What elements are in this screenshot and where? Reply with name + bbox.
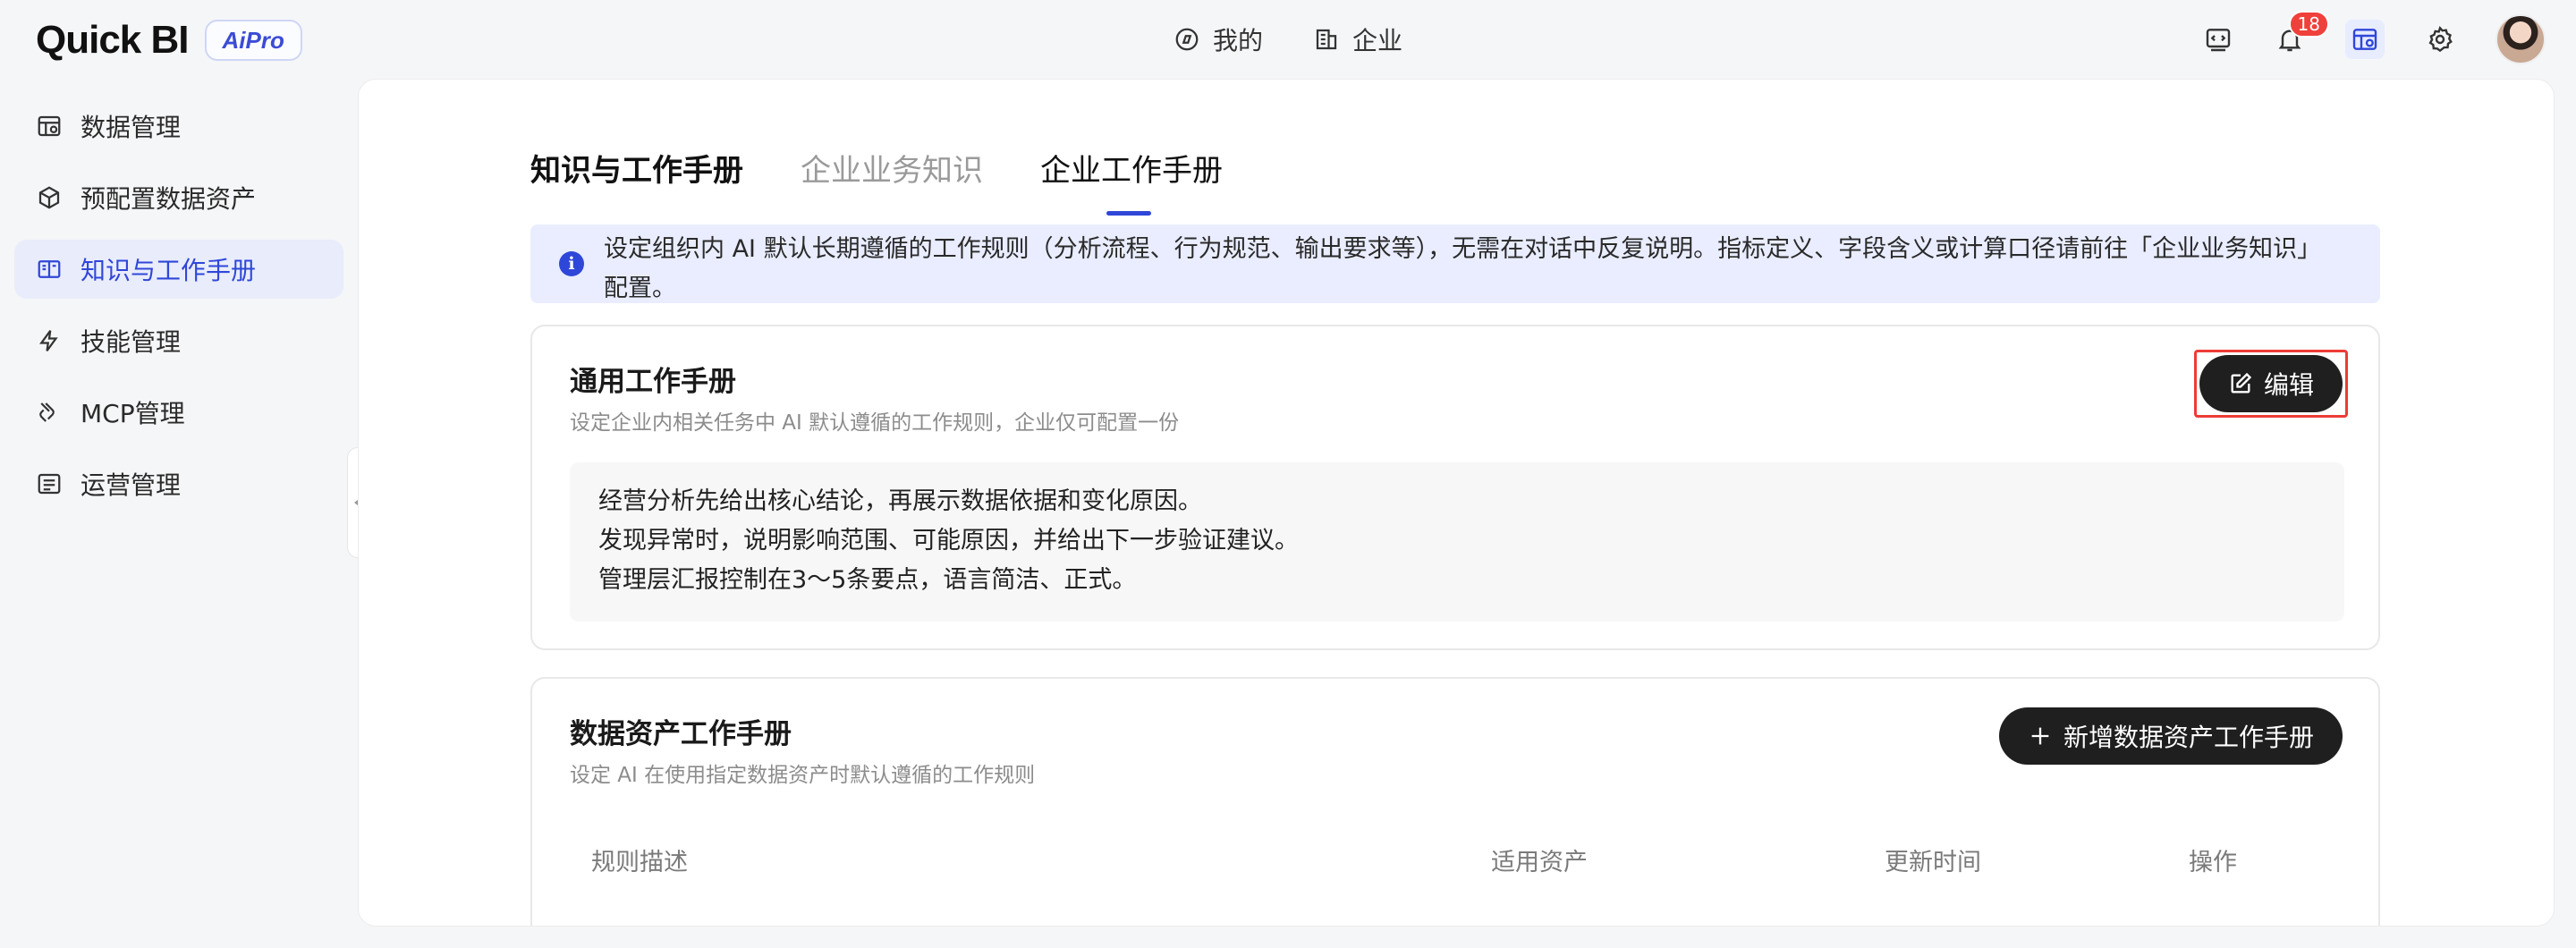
- lightning-icon: [39, 330, 58, 351]
- sidebar-item-label: 预配置数据资产: [80, 184, 257, 214]
- app-page: Quick BI AiPro 我的 企业 18 数据管理 预配置数据资产 知识与…: [0, 0, 2576, 948]
- logo[interactable]: Quick BI AiPro: [36, 18, 302, 63]
- tab-business-knowledge[interactable]: 企业业务知识: [801, 146, 983, 203]
- column-header: 适用资产: [1491, 848, 1588, 876]
- sidebar-item-data-management[interactable]: 数据管理: [14, 97, 343, 156]
- settings-button[interactable]: [2424, 23, 2456, 55]
- sidebar-item-label: 数据管理: [80, 113, 182, 142]
- data-table-icon: [2352, 29, 2377, 50]
- building-icon: [1316, 29, 1337, 50]
- cube-icon: [38, 186, 60, 209]
- top-header: Quick BI AiPro 我的 企业 18: [0, 0, 2576, 79]
- notification-button[interactable]: 18: [2274, 11, 2329, 55]
- rule-line: 发现异常时，说明影响范围、可能原因，并给出下一步验证建议。: [598, 527, 1299, 554]
- info-icon: i: [559, 251, 584, 276]
- section-title: 通用工作手册: [570, 366, 736, 398]
- column-header: 操作: [2189, 848, 2237, 876]
- sidebar-item-skills[interactable]: 技能管理: [14, 311, 343, 370]
- section-description: 设定企业内相关任务中 AI 默认遵循的工作规则，企业仅可配置一份: [570, 411, 1180, 435]
- sidebar-item-label: 运营管理: [80, 470, 182, 500]
- tab-bar: 知识与工作手册 企业业务知识 企业工作手册: [530, 146, 1223, 216]
- edit-button[interactable]: 编辑: [2199, 355, 2343, 412]
- data-asset-handbook-card: 数据资产工作手册 设定 AI 在使用指定数据资产时默认遵循的工作规则 新增数据资…: [530, 677, 2380, 926]
- info-notice: i 设定组织内 AI 默认长期遵循的工作规则（分析流程、行为规范、输出要求等），…: [530, 224, 2380, 303]
- mcp-icon: [39, 402, 55, 422]
- section-description: 设定 AI 在使用指定数据资产时默认遵循的工作规则: [570, 764, 1036, 787]
- section-title: 数据资产工作手册: [570, 718, 792, 750]
- top-nav-label: 企业: [1352, 26, 1403, 55]
- book-icon: [38, 260, 61, 278]
- sidebar-item-mcp[interactable]: MCP管理: [14, 383, 343, 442]
- header-actions: 18: [2202, 11, 2546, 64]
- add-data-asset-handbook-button[interactable]: 新增数据资产工作手册: [1998, 707, 2343, 765]
- sidebar-item-preconfigured-assets[interactable]: 预配置数据资产: [14, 168, 343, 227]
- top-nav-mine[interactable]: 我的: [1174, 20, 1263, 59]
- notification-badge: 18: [2288, 11, 2329, 38]
- dashboard-button[interactable]: [2345, 20, 2385, 59]
- tab-knowledge-handbook[interactable]: 知识与工作手册: [530, 146, 743, 203]
- rules-content: 经营分析先给出核心结论，再展示数据依据和变化原因。 发现异常时，说明影响范围、可…: [570, 462, 2344, 622]
- sidebar-item-label: 知识与工作手册: [80, 256, 257, 285]
- plus-icon: [2031, 727, 2049, 745]
- top-nav-label: 我的: [1213, 26, 1264, 55]
- avatar[interactable]: [2496, 14, 2546, 64]
- logo-badge: AiPro: [204, 20, 302, 61]
- edit-button-label: 编辑: [2263, 371, 2314, 399]
- edit-highlight: 编辑: [2193, 350, 2348, 418]
- notice-text: 设定组织内 AI 默认长期遵循的工作规则（分析流程、行为规范、输出要求等），无需…: [604, 235, 2322, 302]
- rule-line: 管理层汇报控制在3～5条要点，语言简洁、正式。: [598, 566, 1137, 594]
- gear-icon: [2428, 25, 2453, 53]
- edit-icon: [2231, 372, 2252, 394]
- top-nav: 我的 企业: [1174, 20, 1402, 59]
- list-icon: [38, 473, 61, 495]
- sidebar-item-knowledge-handbook[interactable]: 知识与工作手册: [14, 240, 343, 299]
- rule-line: 经营分析先给出核心结论，再展示数据依据和变化原因。: [598, 487, 1202, 515]
- add-button-label: 新增数据资产工作手册: [2063, 724, 2314, 751]
- compass-icon: [1175, 28, 1199, 51]
- data-table-icon: [38, 115, 61, 137]
- table-header: 规则描述 适用资产 更新时间 操作: [570, 833, 2344, 886]
- code-window-button[interactable]: [2202, 23, 2234, 55]
- sidebar-item-operations[interactable]: 运营管理: [14, 454, 343, 513]
- top-nav-enterprise[interactable]: 企业: [1313, 20, 1402, 59]
- sidebar-item-label: 技能管理: [80, 327, 182, 357]
- column-header: 规则描述: [591, 848, 688, 876]
- tab-enterprise-handbook[interactable]: 企业工作手册: [1040, 146, 1223, 216]
- code-window-icon: [2206, 29, 2231, 52]
- sidebar: 数据管理 预配置数据资产 知识与工作手册 技能管理 MCP管理 运营管理: [14, 97, 343, 526]
- general-handbook-card: 通用工作手册 设定企业内相关任务中 AI 默认遵循的工作规则，企业仅可配置一份 …: [530, 325, 2380, 650]
- sidebar-item-label: MCP管理: [80, 399, 185, 428]
- logo-text: Quick BI: [36, 18, 189, 62]
- column-header: 更新时间: [1885, 848, 1981, 876]
- main-panel: 知识与工作手册 企业业务知识 企业工作手册 i 设定组织内 AI 默认长期遵循的…: [358, 79, 2555, 927]
